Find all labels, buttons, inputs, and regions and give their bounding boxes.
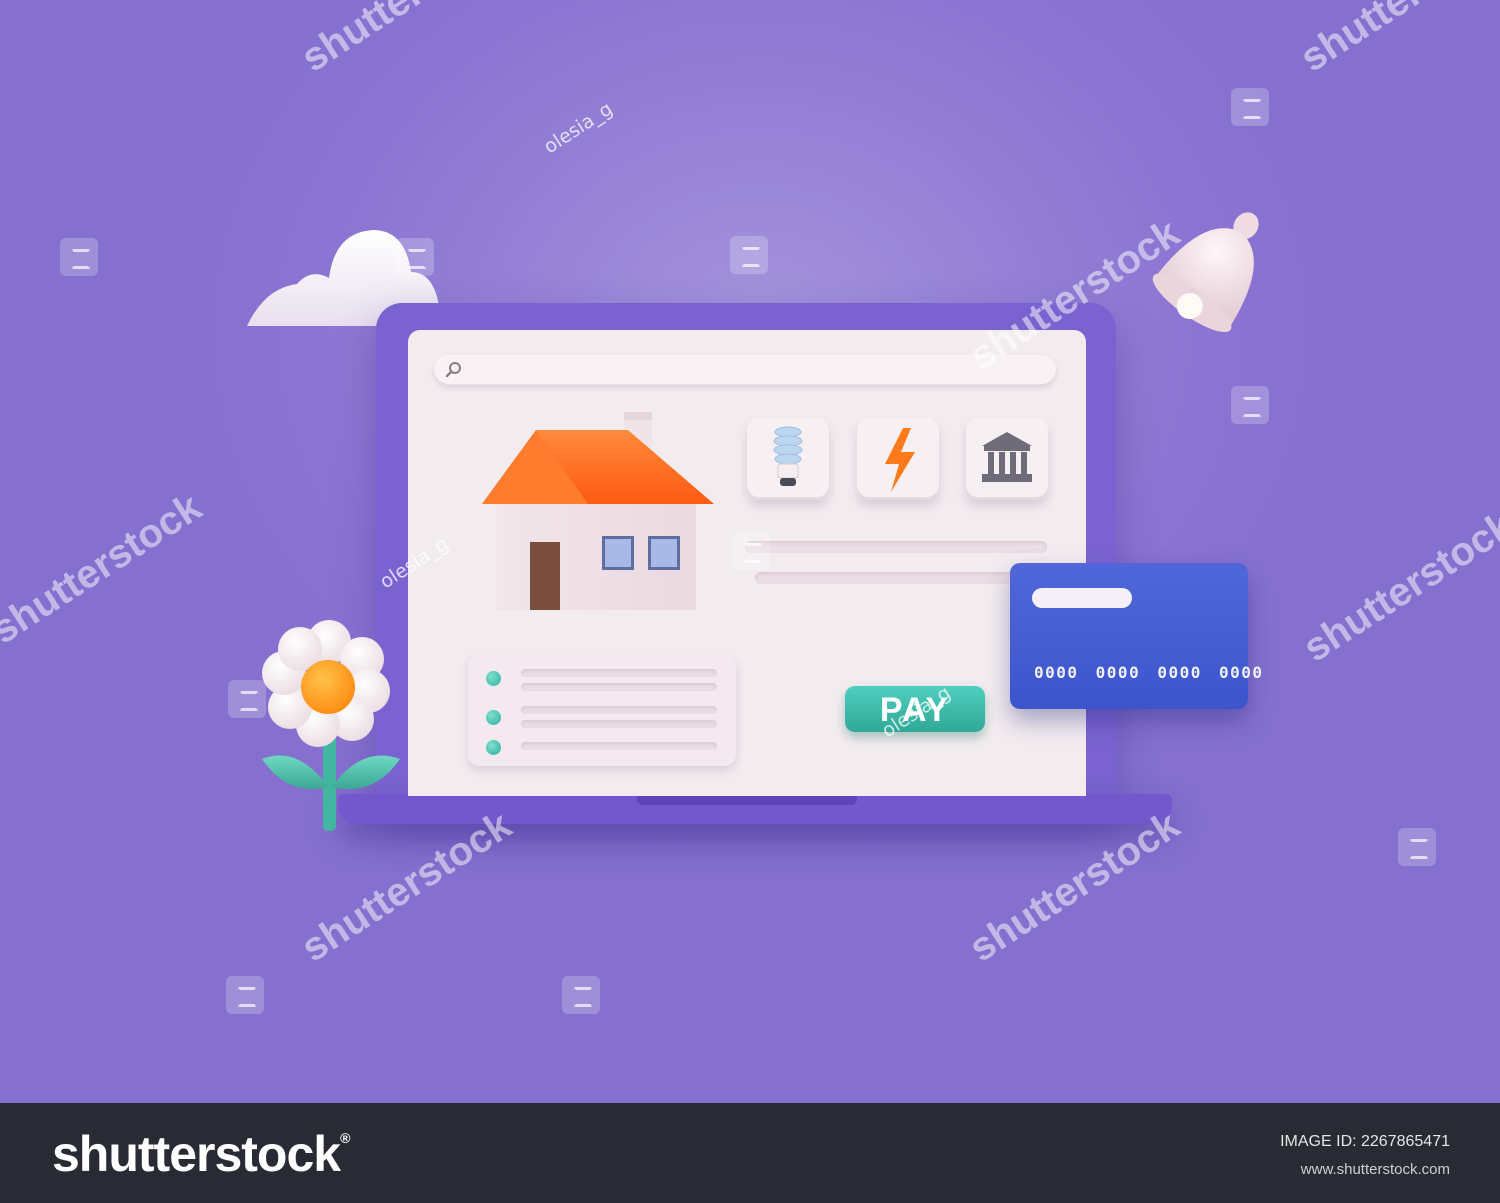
info-line	[755, 572, 1017, 584]
flower-icon	[262, 620, 400, 831]
search-icon	[445, 362, 461, 378]
lightbulb-icon	[773, 426, 803, 486]
house-icon	[482, 412, 714, 610]
list-line	[521, 706, 717, 714]
watermark-mark	[1231, 88, 1269, 126]
lightning-bolt-icon	[885, 428, 915, 492]
card-number: 0000 0000 0000 0000	[1034, 663, 1264, 682]
footer-url[interactable]: www.shutterstock.com	[1301, 1161, 1450, 1178]
list-bullet	[486, 671, 501, 686]
list-bullet	[486, 740, 501, 755]
list-line	[521, 683, 717, 691]
bell-icon	[1152, 212, 1259, 333]
watermark-mark	[730, 236, 768, 274]
watermark-mark	[226, 976, 264, 1014]
watermark-text: shutterstock	[1293, 0, 1500, 81]
utility-tile-electricity[interactable]	[747, 418, 829, 500]
watermark-mark	[1398, 828, 1436, 866]
info-line	[745, 541, 1047, 553]
watermark-mark	[228, 680, 266, 718]
footer-logo-mark: ®	[340, 1130, 350, 1146]
laptop-notch	[637, 796, 857, 805]
watermark-text: shutterstock	[0, 484, 210, 653]
list-line	[521, 742, 717, 750]
watermark-mark	[562, 976, 600, 1014]
footer-logo-text: shutterstock	[52, 1126, 341, 1182]
illustration-scene: PAY 0000 0000 0000 0000 shutterstock shu…	[0, 0, 1500, 1103]
watermark-signature: olesia_g	[540, 97, 617, 159]
card-strip	[1032, 588, 1132, 608]
search-input[interactable]	[434, 355, 1056, 385]
bank-icon	[982, 432, 1032, 482]
watermark-text: shutterstock	[294, 0, 520, 81]
list-bullet	[486, 710, 501, 725]
footer-logo[interactable]: shutterstock®	[52, 1125, 350, 1183]
utility-tile-bank[interactable]	[966, 418, 1048, 500]
credit-card-icon	[1010, 563, 1248, 709]
image-id: IMAGE ID: 2267865471	[1280, 1133, 1450, 1150]
watermark-mark	[60, 238, 98, 276]
watermark-text: shutterstock	[961, 802, 1188, 971]
watermark-mark	[1231, 386, 1269, 424]
watermark-mark	[732, 532, 770, 570]
list-line	[521, 669, 717, 677]
watermark-text: shutterstock	[1295, 502, 1500, 671]
list-line	[521, 720, 717, 728]
watermark-mark	[396, 238, 434, 276]
footer-bar: shutterstock® IMAGE ID: 2267865471 www.s…	[0, 1103, 1500, 1203]
utility-tile-power[interactable]	[857, 418, 939, 500]
